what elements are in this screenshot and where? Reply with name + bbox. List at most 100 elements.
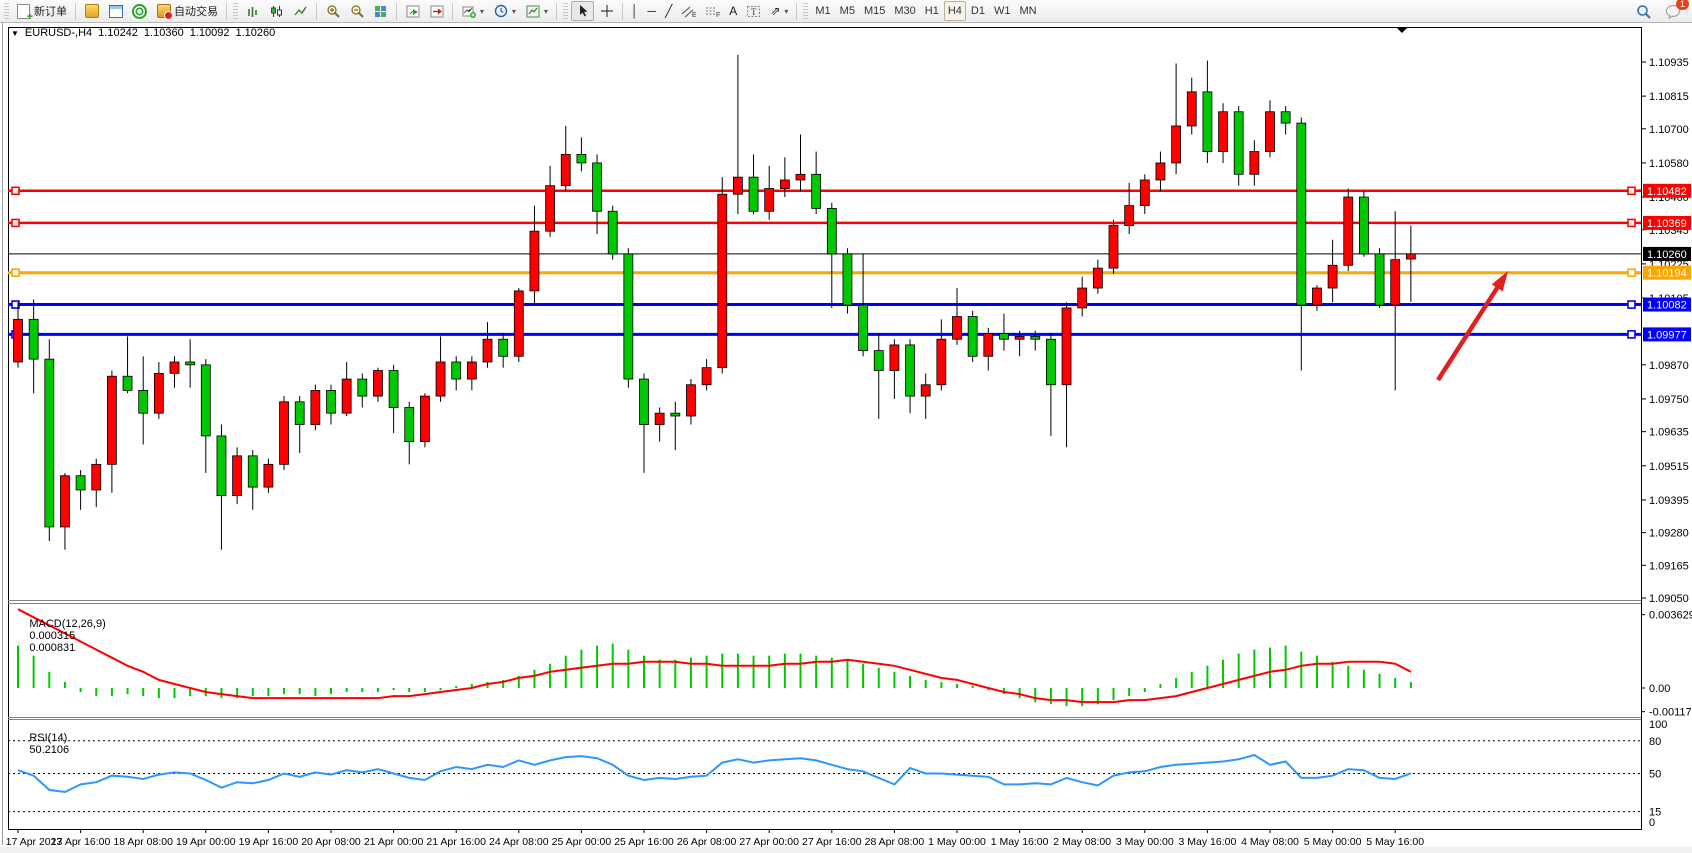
candle — [1359, 191, 1368, 256]
time-tick-label: 2 May 08:00 — [1053, 836, 1111, 848]
auto-scroll-button[interactable] — [401, 1, 424, 21]
price-tick-label: 1.10935 — [1649, 57, 1689, 69]
time-tick-label: 1 May 00:00 — [928, 836, 986, 848]
candle — [843, 248, 852, 313]
candle-body — [45, 359, 54, 527]
toolbar-grip[interactable] — [233, 3, 238, 19]
time-tick-label: 3 May 16:00 — [1179, 836, 1237, 848]
auto-scroll-icon — [405, 4, 420, 19]
label-button[interactable]: T — [742, 1, 765, 21]
candle-body — [953, 316, 962, 339]
chart-shift-button[interactable] — [425, 1, 448, 21]
timeframe-button-W1[interactable]: W1 — [990, 1, 1015, 21]
candle-body — [248, 456, 257, 487]
new-order-icon — [16, 4, 31, 19]
timeframe-button-H1[interactable]: H1 — [921, 1, 943, 21]
candle-body — [14, 319, 23, 362]
price-line-label: 1.10260 — [1647, 249, 1687, 261]
candle-body — [1031, 336, 1040, 339]
zoom-in-button[interactable] — [321, 1, 344, 21]
timeframe-button-M5[interactable]: M5 — [836, 1, 859, 21]
candle-body — [984, 334, 993, 357]
candle — [1109, 220, 1118, 274]
text-icon: A — [729, 4, 737, 19]
candle-body — [483, 339, 492, 362]
line-anchor-marker — [1628, 187, 1635, 194]
toolbar-grip[interactable] — [803, 3, 808, 19]
price-tick-label: 1.10815 — [1649, 91, 1689, 103]
chat-unread-badge: 1 — [1676, 0, 1689, 10]
symbol-dropdown-icon[interactable]: ▼ — [11, 29, 19, 38]
candle-body — [107, 376, 116, 464]
navigator-button[interactable] — [128, 1, 151, 21]
macd-axis-label: 0.003629 — [1649, 610, 1692, 622]
price-chart-canvas[interactable]: 1.109351.108151.107001.105801.104601.103… — [0, 23, 1692, 853]
candle-body — [1297, 123, 1306, 305]
candle-body — [29, 319, 38, 359]
chat-button[interactable]: 1 — [1661, 1, 1684, 21]
candle — [1344, 189, 1353, 271]
candle — [1375, 248, 1384, 308]
macd-value-main: 0.000315 — [29, 630, 75, 642]
macd-axis-label: 0.00 — [1649, 683, 1670, 695]
text-button[interactable]: A — [725, 1, 741, 21]
bar-chart-button[interactable] — [241, 1, 264, 21]
trendline-button[interactable]: ╱ — [661, 1, 676, 21]
market-watch-icon — [84, 4, 99, 19]
timeframe-button-MN[interactable]: MN — [1015, 1, 1040, 21]
candle-body — [890, 345, 899, 371]
candlestick-chart-button[interactable] — [265, 1, 288, 21]
timeframe-button-M1[interactable]: M1 — [811, 1, 834, 21]
candle-body — [1234, 112, 1243, 175]
timeframe-button-D1[interactable]: D1 — [967, 1, 989, 21]
charts-window-button[interactable] — [104, 1, 127, 21]
candle-body — [1156, 163, 1165, 180]
mt4-window: 新订单 自动交易 — [0, 0, 1692, 853]
vertical-line-button[interactable]: │ — [627, 1, 643, 21]
rsi-axis-label: 80 — [1649, 736, 1661, 748]
clock-icon — [493, 4, 508, 19]
zoom-out-button[interactable] — [345, 1, 368, 21]
chart-window[interactable]: 1.109351.108151.107001.105801.104601.103… — [0, 23, 1692, 853]
candle-body — [499, 339, 508, 356]
timeframe-button-M15[interactable]: M15 — [860, 1, 889, 21]
candle-body — [921, 385, 930, 396]
horizontal-line-button[interactable]: ─ — [644, 1, 661, 21]
toolbar-separator — [556, 3, 557, 20]
price-tick-label: 1.09515 — [1649, 461, 1689, 473]
candle-body — [311, 390, 320, 424]
line-anchor-marker — [1628, 219, 1635, 226]
autotrading-toggle[interactable]: 自动交易 — [152, 1, 222, 21]
svg-text:T: T — [751, 7, 757, 17]
time-tick-label: 27 Apr 16:00 — [802, 836, 862, 848]
arrows-icon: ⇗ — [770, 4, 780, 19]
time-tick-label: 27 Apr 00:00 — [739, 836, 799, 848]
toolbar-grip[interactable] — [563, 3, 568, 19]
timeframe-button-M30[interactable]: M30 — [890, 1, 919, 21]
periods-caret-icon: ▾ — [512, 7, 516, 16]
arrows-button[interactable]: ⇗ ▾ — [766, 1, 792, 21]
candle-body — [1062, 308, 1071, 385]
candle-body — [718, 194, 727, 367]
candle-body — [968, 316, 977, 356]
toolbar-grip[interactable] — [4, 3, 9, 19]
fibonacci-button[interactable]: F — [701, 1, 724, 21]
templates-button[interactable]: ▾ — [521, 1, 552, 21]
line-chart-button[interactable] — [289, 1, 312, 21]
timeframe-button-H4[interactable]: H4 — [944, 1, 966, 21]
time-tick-label: 28 Apr 08:00 — [865, 836, 925, 848]
candle-body — [264, 464, 273, 487]
tile-windows-button[interactable] — [369, 1, 392, 21]
rsi-axis-label: 50 — [1649, 769, 1661, 781]
search-button[interactable] — [1632, 1, 1655, 21]
price-tick-label: 1.10700 — [1649, 124, 1689, 136]
crosshair-button[interactable] — [595, 1, 618, 21]
price-line-label: 1.10369 — [1647, 218, 1687, 230]
indicators-button[interactable]: ▾ — [457, 1, 488, 21]
equidistant-channel-button[interactable]: E — [677, 1, 700, 21]
new-order-button[interactable]: 新订单 — [12, 1, 71, 21]
cursor-button[interactable] — [571, 1, 594, 21]
periods-button[interactable]: ▾ — [489, 1, 520, 21]
candle — [233, 447, 242, 504]
market-watch-button[interactable] — [80, 1, 103, 21]
